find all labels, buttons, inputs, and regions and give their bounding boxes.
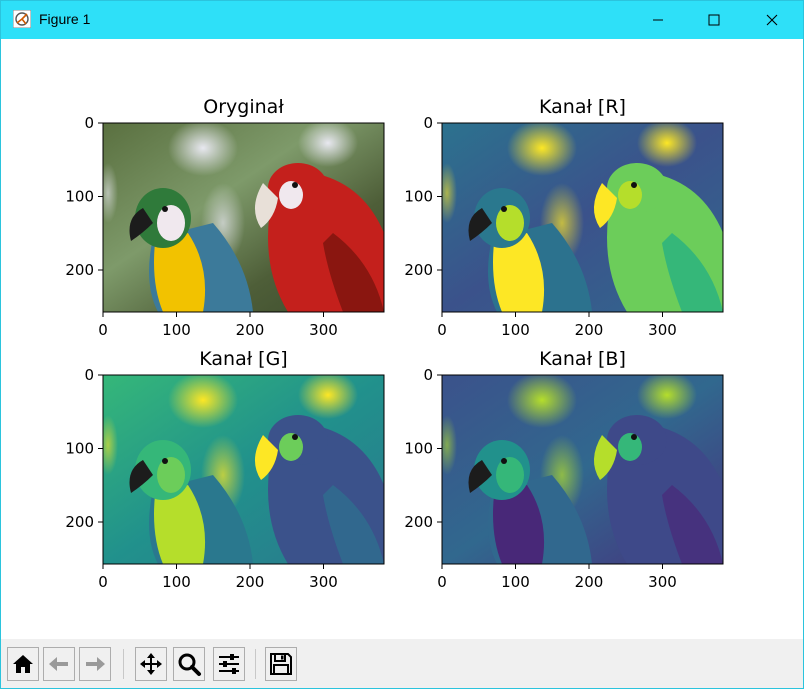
subplot-title: Oryginał bbox=[203, 96, 284, 118]
y-tick-label: 100 bbox=[404, 188, 433, 206]
maximize-button[interactable] bbox=[685, 1, 743, 39]
maximize-icon bbox=[708, 14, 720, 26]
zoom-button[interactable] bbox=[173, 647, 205, 681]
x-tick-label: 300 bbox=[648, 321, 677, 339]
minimize-icon bbox=[653, 19, 663, 21]
pan-button[interactable] bbox=[135, 647, 167, 681]
x-tick-label: 100 bbox=[162, 573, 191, 591]
y-tick-label: 0 bbox=[84, 366, 94, 384]
x-tick-label: 100 bbox=[501, 573, 530, 591]
configure-subplots-icon bbox=[219, 654, 239, 674]
y-tick-label: 200 bbox=[65, 261, 94, 279]
y-tick-label: 0 bbox=[423, 366, 433, 384]
subplot-1: Oryginał 0 100 200 300 0 100 200 bbox=[65, 96, 385, 339]
parrot-image bbox=[442, 123, 723, 312]
parrot-image bbox=[103, 375, 384, 564]
toolbar-separator bbox=[255, 649, 256, 679]
subplot-title: Kanał [B] bbox=[539, 348, 626, 370]
x-tick-label: 0 bbox=[98, 573, 108, 591]
x-tick-label: 200 bbox=[236, 573, 265, 591]
back-icon bbox=[49, 657, 68, 671]
y-tick-label: 200 bbox=[404, 513, 433, 531]
x-tick-label: 100 bbox=[501, 321, 530, 339]
parrot-image bbox=[103, 123, 384, 312]
home-icon bbox=[13, 655, 33, 673]
pan-icon bbox=[140, 653, 162, 675]
y-tick-label: 0 bbox=[423, 114, 433, 132]
subplot-title: Kanał [R] bbox=[539, 96, 626, 118]
figure-plot-svg: Oryginał 0 100 200 300 0 100 200 Kanał [R] 0 100 20… bbox=[65, 96, 724, 591]
x-tick-label: 0 bbox=[437, 321, 447, 339]
y-tick-label: 100 bbox=[65, 440, 94, 458]
x-tick-label: 100 bbox=[162, 321, 191, 339]
x-tick-label: 300 bbox=[309, 573, 338, 591]
navigation-toolbar bbox=[1, 639, 803, 688]
y-tick-label: 0 bbox=[84, 114, 94, 132]
configure-subplots-button[interactable] bbox=[213, 647, 245, 681]
y-tick-label: 200 bbox=[404, 261, 433, 279]
x-tick-label: 200 bbox=[236, 321, 265, 339]
save-icon bbox=[270, 653, 292, 675]
x-tick-label: 0 bbox=[437, 573, 447, 591]
subplot-title: Kanał [G] bbox=[199, 348, 287, 370]
toolbar-separator bbox=[123, 649, 124, 679]
subplot-4: Kanał [B] 0 100 200 300 0 100 200 bbox=[404, 348, 724, 591]
y-tick-label: 200 bbox=[65, 513, 94, 531]
title-bar[interactable]: Figure 1 bbox=[1, 1, 803, 39]
x-tick-label: 300 bbox=[648, 573, 677, 591]
forward-icon bbox=[86, 657, 105, 671]
back-button[interactable] bbox=[43, 647, 75, 681]
subplot-2: Kanał [R] 0 100 200 300 0 100 200 bbox=[404, 96, 724, 339]
close-icon bbox=[766, 14, 778, 26]
minimize-button[interactable] bbox=[629, 1, 687, 39]
figure-window: Figure 1 Oryginał 0 100 200 300 0 100 20… bbox=[0, 0, 804, 689]
subplot-3: Kanał [G] 0 100 200 300 0 100 200 bbox=[65, 348, 385, 591]
y-tick-label: 100 bbox=[65, 188, 94, 206]
save-button[interactable] bbox=[265, 647, 297, 681]
close-button[interactable] bbox=[743, 1, 801, 39]
x-tick-label: 300 bbox=[309, 321, 338, 339]
home-button[interactable] bbox=[7, 647, 39, 681]
window-title: Figure 1 bbox=[39, 11, 91, 27]
figure-canvas[interactable]: Oryginał 0 100 200 300 0 100 200 Kanał [R] 0 100 20… bbox=[1, 39, 803, 639]
zoom-icon bbox=[178, 653, 201, 676]
y-tick-label: 100 bbox=[404, 440, 433, 458]
forward-button[interactable] bbox=[79, 647, 111, 681]
matplotlib-app-icon bbox=[13, 10, 31, 28]
x-tick-label: 200 bbox=[575, 573, 604, 591]
parrot-image bbox=[442, 375, 723, 564]
x-tick-label: 0 bbox=[98, 321, 108, 339]
x-tick-label: 200 bbox=[575, 321, 604, 339]
